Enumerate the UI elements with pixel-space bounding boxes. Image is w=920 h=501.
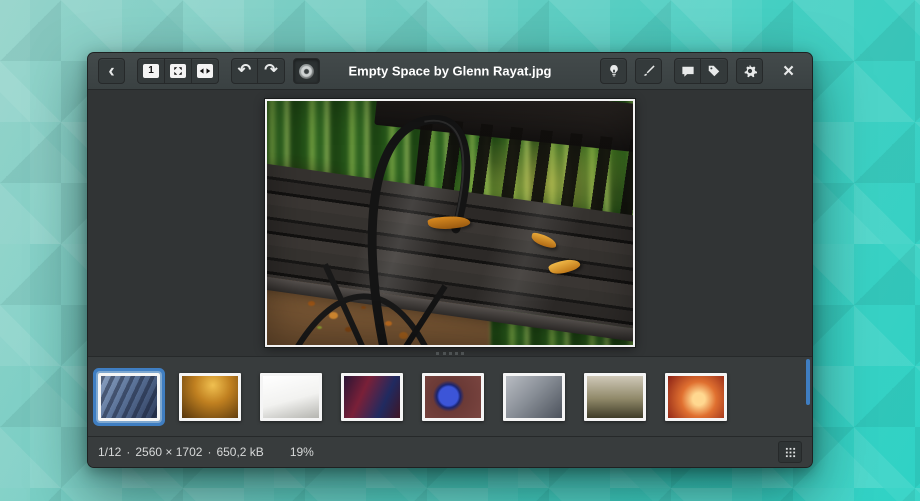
thumbnail-park-bench[interactable] xyxy=(98,373,160,421)
zoom-button-group: 1 xyxy=(137,58,219,84)
tag-icon xyxy=(707,64,721,78)
thumbnail-dark-bokeh[interactable] xyxy=(341,373,403,421)
back-button[interactable]: ‹ xyxy=(98,58,125,84)
close-icon: × xyxy=(783,62,794,81)
statusbar: 1/12 · 2560 × 1702 · 650,2 kB 19% xyxy=(88,436,812,467)
status-image-dimensions: 2560 × 1702 xyxy=(135,445,202,459)
status-separator: · xyxy=(207,445,211,459)
actual-size-icon: 1 xyxy=(143,64,159,78)
back-chevron-icon: ‹ xyxy=(108,62,114,81)
rotate-left-button[interactable]: ↶ xyxy=(231,58,258,84)
edit-button[interactable] xyxy=(635,58,662,84)
desktop-background: ‹ 1 xyxy=(0,0,920,501)
thumbnail-knitted-rope[interactable] xyxy=(503,373,565,421)
enhance-button[interactable] xyxy=(600,58,627,84)
status-zoom-level: 19% xyxy=(290,445,314,459)
thumbnail-scrollbar[interactable] xyxy=(806,359,810,405)
comment-button[interactable] xyxy=(674,58,701,84)
paintbrush-icon xyxy=(642,64,656,78)
rotate-left-icon: ↶ xyxy=(238,63,251,79)
thumbnail-turntable[interactable] xyxy=(422,373,484,421)
thumbnail-ember-sparks[interactable] xyxy=(665,373,727,421)
zoom-actual-size-button[interactable]: 1 xyxy=(137,58,165,84)
thumbnail-strip xyxy=(88,356,812,436)
photo-vignette xyxy=(267,101,633,345)
window-title: Empty Space by Glenn Rayat.jpg xyxy=(349,64,552,79)
titlebar: ‹ 1 xyxy=(88,53,812,90)
settings-button[interactable] xyxy=(736,58,763,84)
tags-button[interactable] xyxy=(701,58,728,84)
status-image-index: 1/12 xyxy=(98,445,121,459)
thumbnail-bright-dunes[interactable] xyxy=(260,373,322,421)
status-file-size: 650,2 kB xyxy=(216,445,263,459)
zoom-fit-button[interactable] xyxy=(165,58,192,84)
image-viewer-canvas xyxy=(88,90,812,356)
grid-icon xyxy=(785,447,796,458)
comment-bubble-icon xyxy=(681,65,695,78)
rotate-button-group: ↶ ↷ xyxy=(231,58,285,84)
adjust-colors-button[interactable] xyxy=(293,58,320,84)
thumbnail-mountain-valley[interactable] xyxy=(584,373,646,421)
main-photo-park-bench xyxy=(265,99,635,347)
lightbulb-icon xyxy=(607,64,621,79)
contrast-disc-icon xyxy=(299,64,314,79)
pane-resize-handle[interactable] xyxy=(436,352,464,355)
browse-grid-button[interactable] xyxy=(778,441,802,463)
image-viewer-window: ‹ 1 xyxy=(87,52,813,468)
zoom-fit-width-button[interactable] xyxy=(192,58,219,84)
fit-width-icon xyxy=(197,64,213,78)
metadata-button-group xyxy=(674,58,728,84)
rotate-right-button[interactable]: ↷ xyxy=(258,58,285,84)
gear-icon xyxy=(743,64,757,78)
rotate-right-icon: ↷ xyxy=(264,63,277,79)
status-separator: · xyxy=(126,445,130,459)
thumbnail-golden-shingles[interactable] xyxy=(179,373,241,421)
close-button[interactable]: × xyxy=(775,58,802,84)
zoom-fit-icon xyxy=(170,64,186,78)
